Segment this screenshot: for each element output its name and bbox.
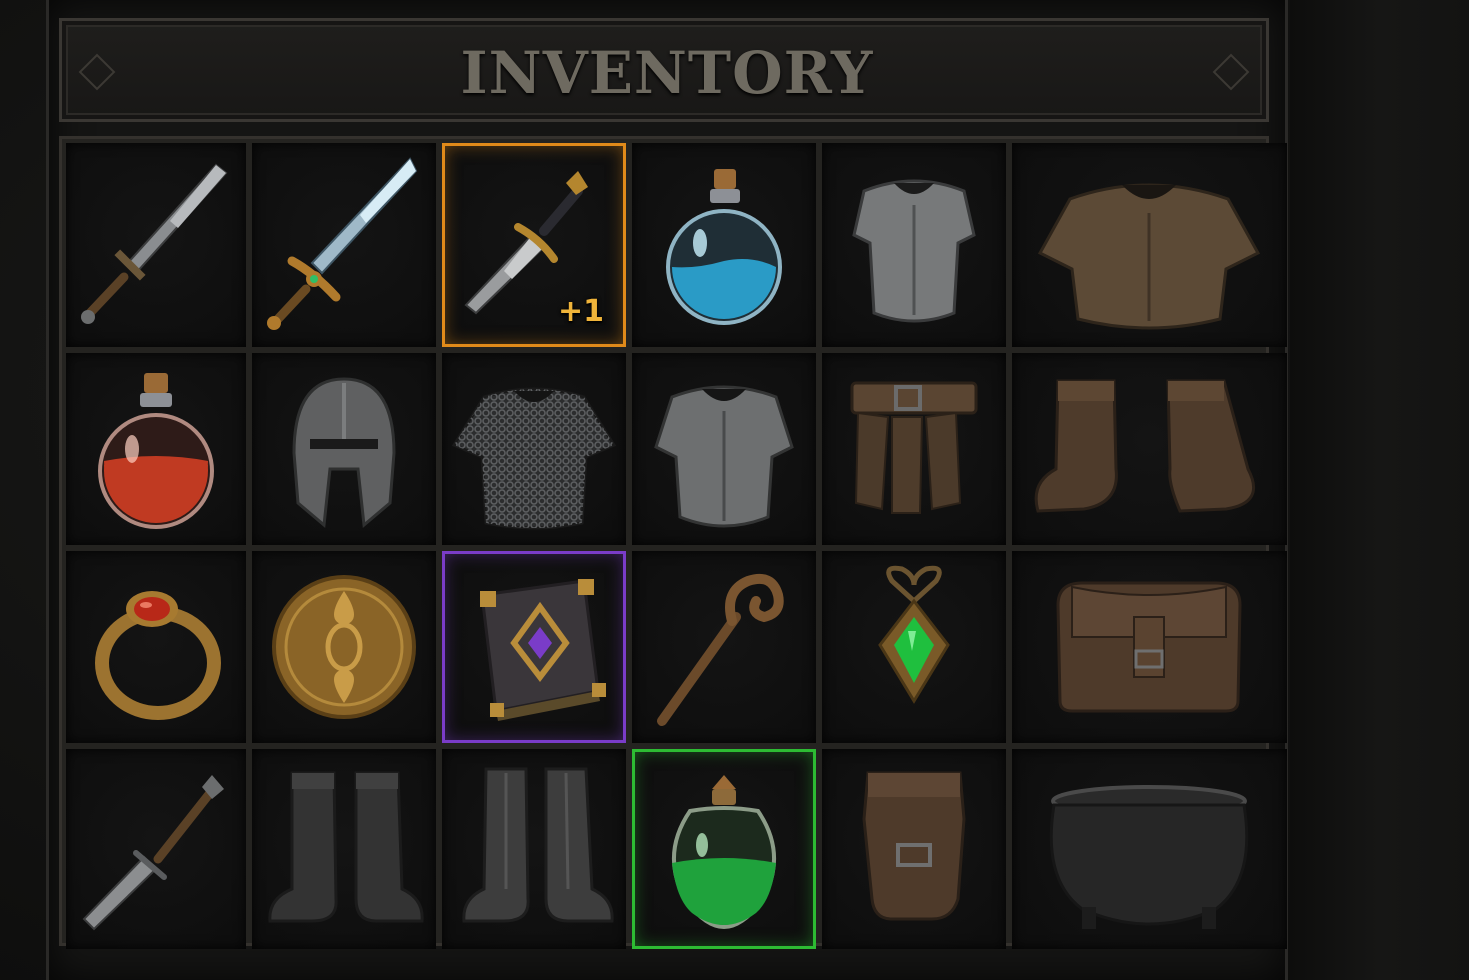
- inventory-slot-21[interactable]: [442, 749, 626, 949]
- inventory-slot-18[interactable]: [1012, 551, 1287, 743]
- inventory-slot-19[interactable]: [66, 749, 246, 949]
- inventory-slot-7[interactable]: [66, 353, 246, 545]
- green-potion-icon: [671, 775, 777, 930]
- inventory-slot-13[interactable]: [66, 551, 246, 743]
- inventory-slot-3[interactable]: +1: [442, 143, 626, 347]
- leather-pauldron-armor-icon: [1037, 183, 1261, 330]
- inventory-slot-11[interactable]: [822, 353, 1006, 545]
- inventory-slot-14[interactable]: [252, 551, 436, 743]
- inventory-slot-2[interactable]: [252, 143, 436, 347]
- inventory-slot-22[interactable]: [632, 749, 816, 949]
- inventory-slot-24[interactable]: [1012, 749, 1287, 949]
- chainmail-shirt-icon: [451, 387, 617, 530]
- iron-sword-icon: [81, 163, 228, 324]
- spellbook-icon: [480, 579, 606, 721]
- inventory-grid: +1: [59, 136, 1287, 949]
- dark-boots-icon: [268, 771, 424, 923]
- enchanted-sword-icon: [267, 157, 418, 330]
- inventory-panel: INVENTORY +1: [46, 0, 1288, 980]
- inventory-slot-15[interactable]: [442, 551, 626, 743]
- inventory-title: INVENTORY: [460, 39, 874, 107]
- inventory-slot-23[interactable]: [822, 749, 1006, 949]
- inventory-slot-10[interactable]: [632, 353, 816, 545]
- inventory-slot-6[interactable]: [1012, 143, 1287, 347]
- background-shade: [1290, 0, 1469, 980]
- leather-belt-skirt-icon: [850, 381, 978, 514]
- leather-gloves-icon: [862, 771, 966, 921]
- item-upgrade-badge: +1: [557, 294, 604, 329]
- wooden-staff-icon: [657, 573, 784, 726]
- inventory-slot-5[interactable]: [822, 143, 1006, 347]
- inventory-slot-8[interactable]: [252, 353, 436, 545]
- inventory-slot-1[interactable]: [66, 143, 246, 347]
- inventory-slot-17[interactable]: [822, 551, 1006, 743]
- emerald-amulet-icon: [878, 565, 950, 704]
- plate-cuirass-icon: [654, 385, 794, 528]
- red-potion-icon: [98, 373, 214, 529]
- inventory-slot-9[interactable]: [442, 353, 626, 545]
- iron-cauldron-icon: [1049, 785, 1249, 929]
- inventory-header: INVENTORY: [59, 18, 1269, 122]
- leather-satchel-icon: [1056, 581, 1242, 713]
- gold-medallion-icon: [272, 575, 416, 719]
- inventory-slot-16[interactable]: [632, 551, 816, 743]
- inventory-slot-4[interactable]: [632, 143, 816, 347]
- leather-boots-icon: [1034, 379, 1256, 513]
- game-screen: INVENTORY +1: [0, 0, 1469, 980]
- short-sword-icon: [82, 775, 224, 931]
- inventory-slot-12[interactable]: [1012, 353, 1287, 545]
- inventory-slot-20[interactable]: [252, 749, 436, 949]
- ruby-ring-icon: [95, 591, 221, 720]
- iron-greaves-icon: [462, 767, 614, 923]
- blue-potion-icon: [666, 169, 782, 325]
- iron-helmet-icon: [292, 377, 396, 528]
- steel-chestplate-icon: [852, 179, 976, 323]
